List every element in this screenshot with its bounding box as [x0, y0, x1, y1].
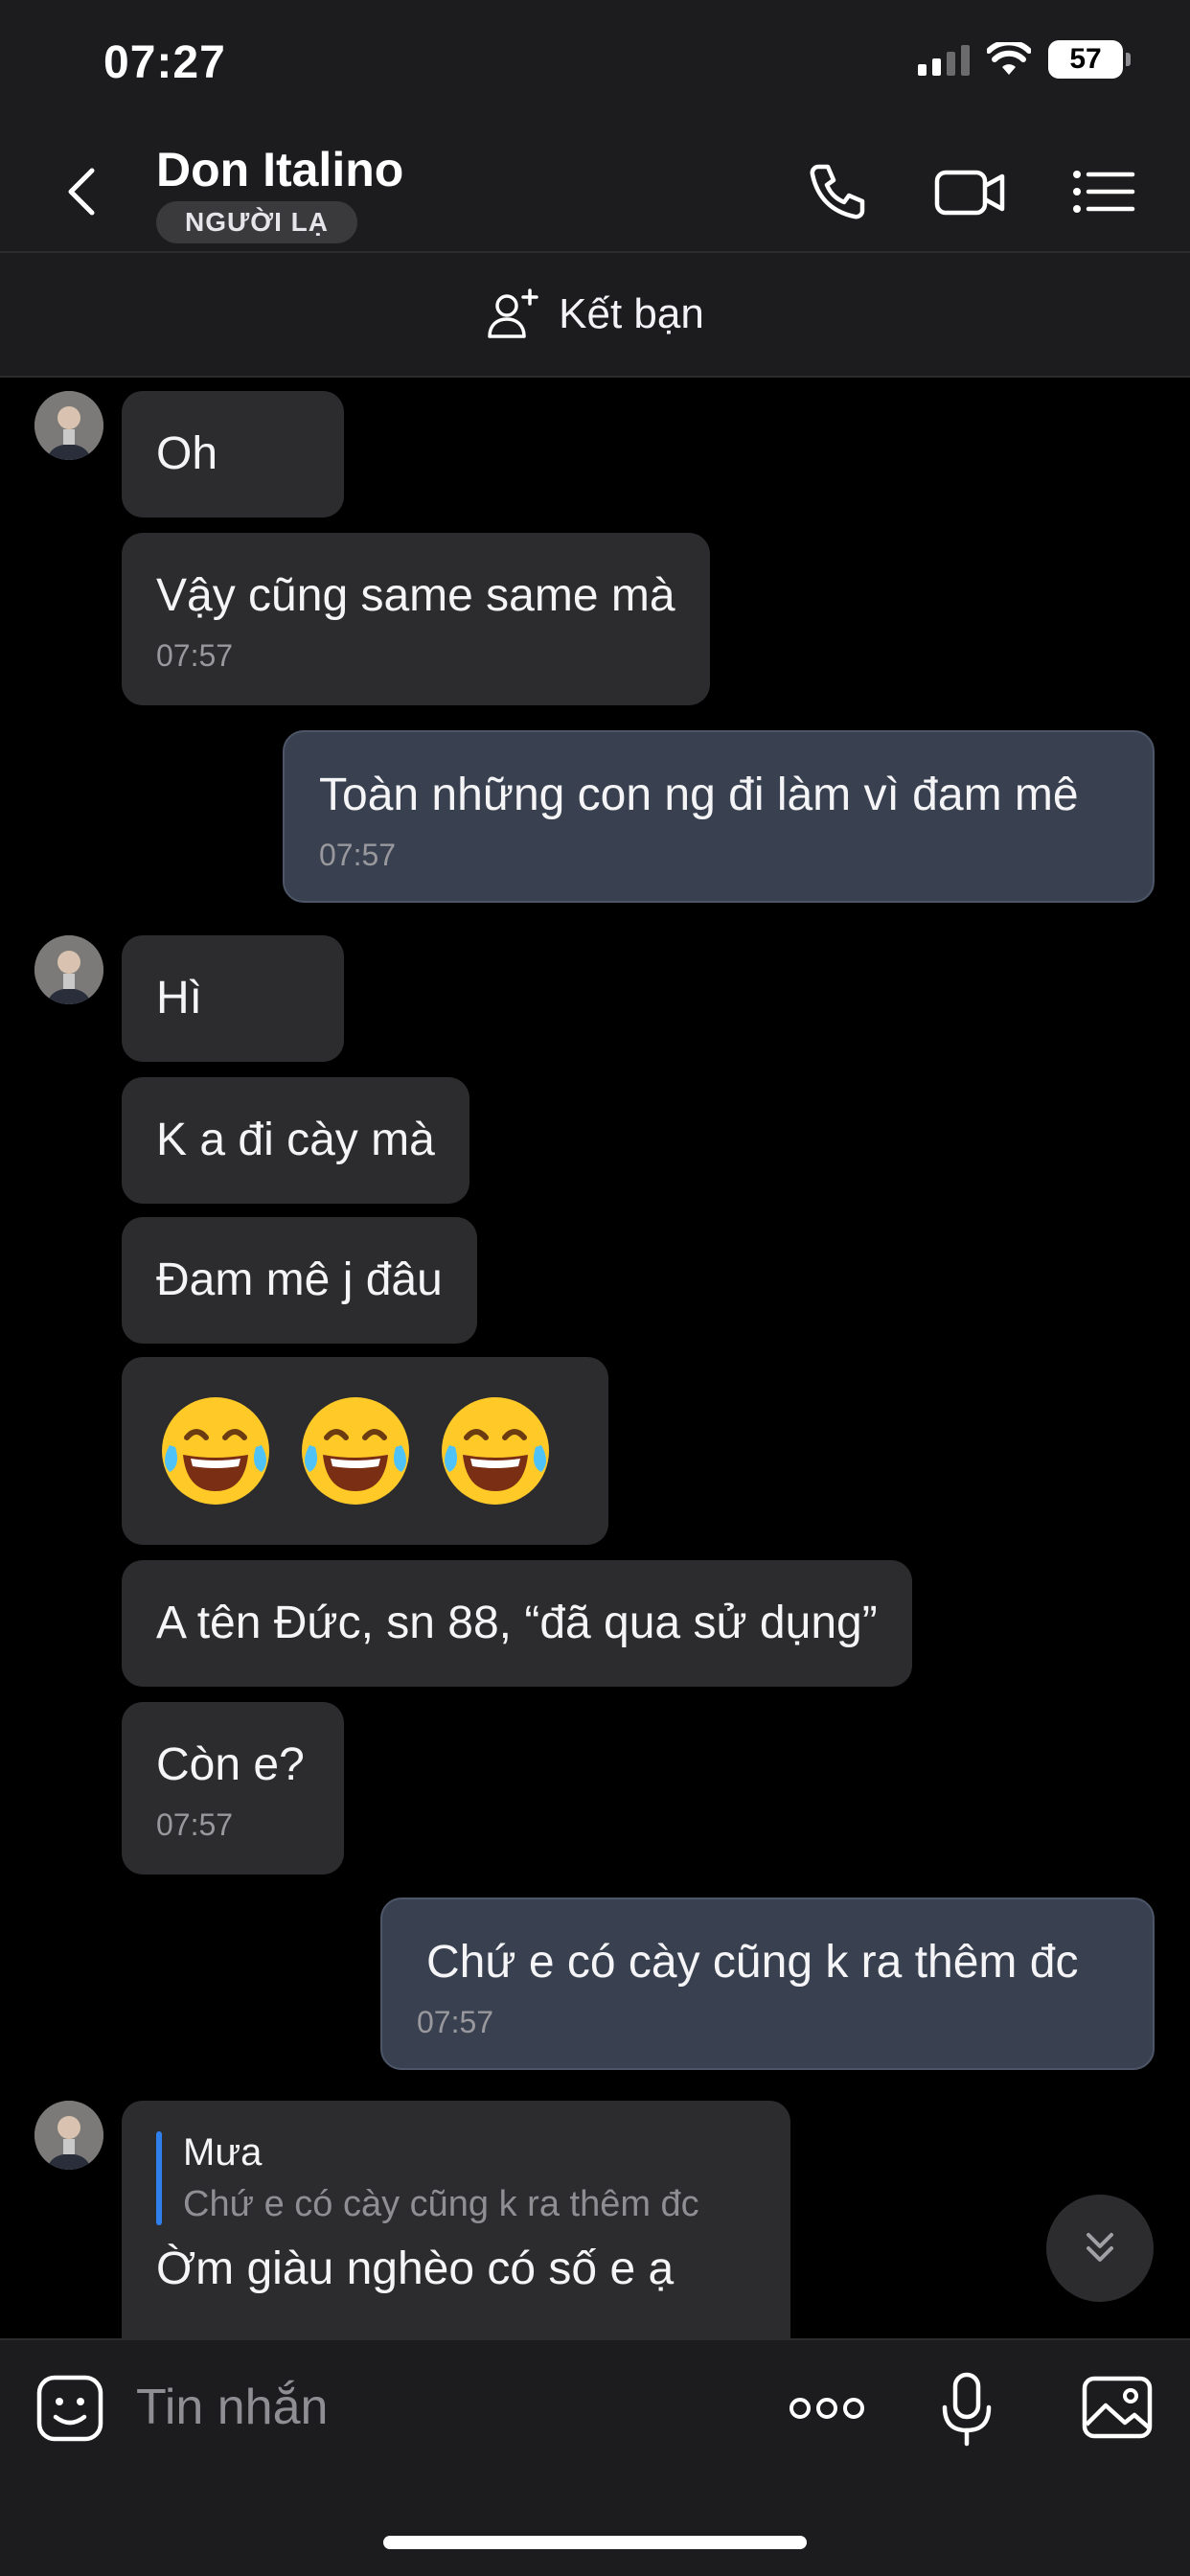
- laughing-tears-emoji-icon: [302, 1397, 409, 1505]
- menu-list-icon[interactable]: [1065, 153, 1142, 230]
- message-text: Oh: [156, 428, 218, 479]
- cellular-signal-icon: [918, 43, 970, 76]
- laughing-tears-emoji-icon: [442, 1397, 549, 1505]
- message-input[interactable]: Tin nhắn: [136, 2379, 328, 2436]
- message-time: 07:57: [156, 638, 234, 673]
- message-text: A tên Đức, sn 88, “đã qua sử dụng”: [156, 1598, 878, 1648]
- message-bubble[interactable]: Còn e? 07:57: [122, 1702, 344, 1874]
- microphone-icon[interactable]: [937, 2371, 996, 2448]
- message-text: Chứ e có cày cũng k ra thêm đc: [426, 1937, 1079, 1988]
- message-bubble[interactable]: K a đi cày mà: [122, 1077, 469, 1204]
- status-icons: 57: [918, 40, 1131, 79]
- message-time: 07:57: [156, 1807, 234, 1842]
- message-text: Còn e?: [156, 1739, 305, 1790]
- double-chevron-down-icon: [1087, 2233, 1113, 2262]
- add-person-icon: [488, 288, 538, 338]
- message-bubble[interactable]: Đam mê j đâu: [122, 1217, 477, 1344]
- message-text: Hì: [156, 973, 202, 1024]
- message-bubble[interactable]: Hì: [122, 935, 344, 1062]
- contact-name[interactable]: Don Italino: [156, 142, 403, 197]
- add-friend-label: Kết bạn: [559, 290, 704, 337]
- image-icon[interactable]: [1081, 2373, 1154, 2442]
- message-bubble[interactable]: Vậy cũng same same mà 07:57: [122, 533, 710, 705]
- avatar[interactable]: [34, 2101, 103, 2170]
- quote-bar: [156, 2131, 162, 2225]
- quote-author: Mưa: [183, 2131, 263, 2174]
- avatar[interactable]: [34, 391, 103, 460]
- wifi-icon: [987, 42, 1031, 75]
- add-friend-button[interactable]: Kết bạn: [0, 253, 1190, 378]
- message-time: 07:57: [417, 2005, 494, 2039]
- quoted-message[interactable]: Mưa Chứ e có cày cũng k ra thêm đc: [156, 2131, 756, 2225]
- message-text: Ờm giàu nghèo có số e ạ: [156, 2243, 675, 2294]
- message-bubble-emoji[interactable]: [122, 1357, 608, 1545]
- message-bubble-sent[interactable]: Toàn những con ng đi làm vì đam mê 07:57: [283, 730, 1155, 903]
- message-text: Vậy cũng same same mà: [156, 570, 675, 621]
- battery-icon: 57: [1048, 40, 1131, 79]
- laughing-tears-emoji-icon: [162, 1397, 269, 1505]
- status-bar: 07:27 57: [0, 0, 1190, 125]
- home-indicator[interactable]: [383, 2536, 807, 2549]
- message-bubble-reply[interactable]: Mưa Chứ e có cày cũng k ra thêm đc Ờm gi…: [122, 2101, 790, 2338]
- message-bubble[interactable]: Oh: [122, 391, 344, 518]
- message-time: 07:57: [319, 838, 397, 872]
- chat-header: Don Italino NGƯỜI LẠ: [0, 125, 1190, 253]
- message-bubble-sent[interactable]: Chứ e có cày cũng k ra thêm đc 07:57: [380, 1898, 1155, 2070]
- message-list[interactable]: Oh Vậy cũng same same mà 07:57 Toàn nhữn…: [0, 378, 1190, 2338]
- back-chevron-icon[interactable]: [56, 163, 113, 220]
- avatar[interactable]: [34, 935, 103, 1004]
- status-time: 07:27: [103, 37, 226, 88]
- phone-icon[interactable]: [799, 153, 876, 230]
- sticker-icon[interactable]: [34, 2373, 105, 2444]
- quote-text: Chứ e có cày cũng k ra thêm đc: [183, 2184, 699, 2224]
- message-bubble[interactable]: A tên Đức, sn 88, “đã qua sử dụng”: [122, 1560, 912, 1687]
- message-text: Toàn những con ng đi làm vì đam mê: [319, 770, 1079, 820]
- message-text: K a đi cày mà: [156, 1115, 435, 1165]
- emoji-row: [156, 1392, 574, 1510]
- more-icon[interactable]: [788, 2394, 866, 2423]
- video-call-icon[interactable]: [931, 153, 1008, 230]
- stranger-badge: NGƯỜI LẠ: [156, 201, 357, 243]
- message-text: Đam mê j đâu: [156, 1254, 443, 1305]
- scroll-to-bottom-button[interactable]: [1046, 2195, 1154, 2302]
